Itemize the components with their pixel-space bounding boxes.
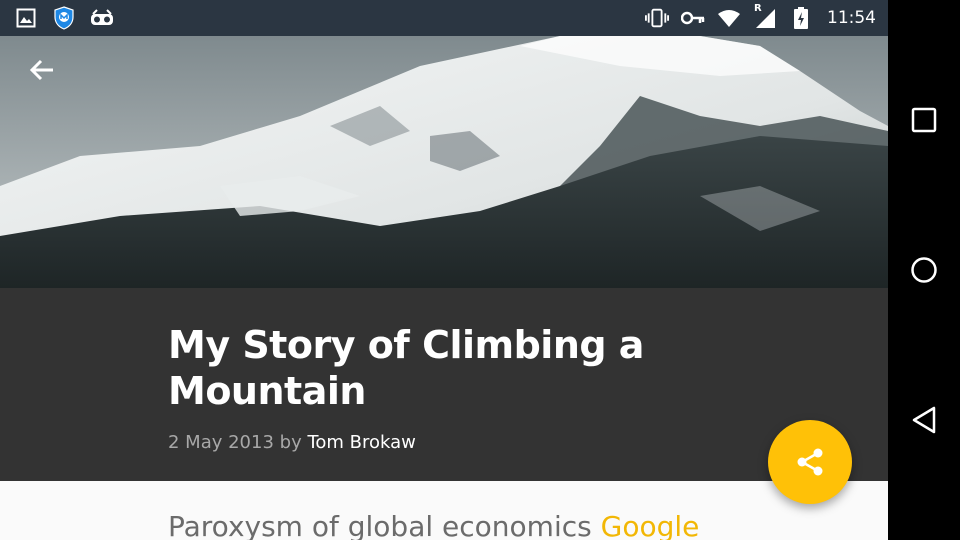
recents-button[interactable] bbox=[904, 100, 944, 140]
cell-signal-icon: R bbox=[753, 3, 777, 30]
article-meta: 2 May 2013 by Tom Brokaw bbox=[168, 432, 416, 453]
arrow-back-icon bbox=[29, 59, 53, 81]
article-by: by bbox=[279, 432, 302, 453]
status-time: 11:54 bbox=[827, 8, 876, 28]
header-image bbox=[0, 36, 888, 288]
battery-charging-icon bbox=[789, 6, 813, 30]
recents-icon bbox=[911, 107, 937, 133]
home-icon bbox=[911, 257, 937, 283]
navigation-bar bbox=[888, 0, 960, 540]
title-panel: My Story of Climbing a Mountain 2 May 20… bbox=[0, 288, 888, 481]
article-date: 2 May 2013 bbox=[168, 432, 274, 453]
vpn-key-icon bbox=[681, 6, 705, 30]
body-text: Paroxysm of global economics bbox=[168, 510, 592, 540]
wifi-icon bbox=[717, 6, 741, 30]
status-bar: R 11:54 bbox=[0, 0, 888, 36]
article-author[interactable]: Tom Brokaw bbox=[307, 432, 415, 453]
body-link[interactable]: Google bbox=[601, 510, 700, 540]
back-icon bbox=[912, 406, 936, 434]
share-icon bbox=[797, 448, 823, 476]
share-button[interactable] bbox=[768, 420, 852, 504]
gallery-icon bbox=[14, 6, 38, 30]
back-button[interactable] bbox=[22, 50, 62, 90]
home-button[interactable] bbox=[904, 250, 944, 290]
article-title: My Story of Climbing a Mountain bbox=[168, 323, 644, 413]
nav-back-button[interactable] bbox=[904, 400, 944, 440]
shield-app-icon bbox=[52, 6, 76, 30]
app-screen: R 11:54 My Story of Climbing a Mountain … bbox=[0, 0, 888, 540]
glasses-icon bbox=[90, 6, 114, 30]
vibrate-icon bbox=[645, 6, 669, 30]
roaming-indicator: R bbox=[754, 3, 762, 14]
article-body: Paroxysm of global economics Google bbox=[168, 510, 699, 540]
